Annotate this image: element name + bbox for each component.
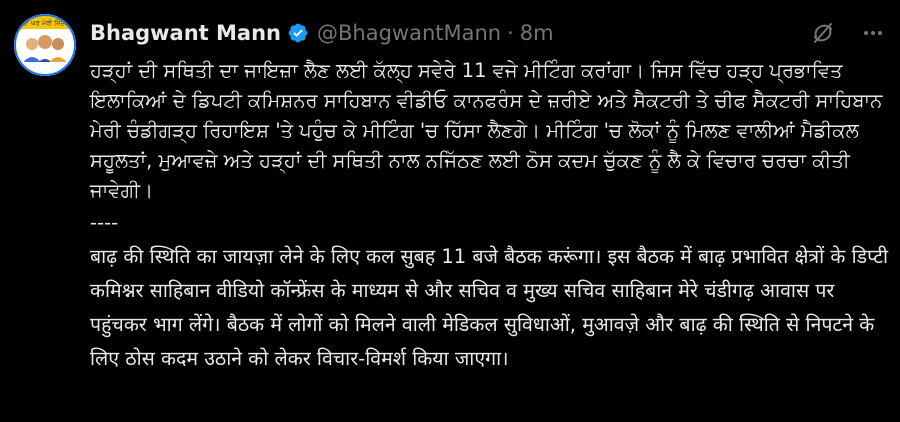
more-icon[interactable] [860, 20, 886, 46]
header-separator: · [507, 21, 514, 45]
tweet-text-punjabi: ਹੜ੍ਹਾਂ ਦੀ ਸਥਿਤੀ ਦਾ ਜਾਇਜ਼ਾ ਲੈਣ ਲਈ ਕੱਲ੍ਹ ਸ… [90, 59, 883, 202]
tweet: ਮੇਰਾ ਘਰ ਮੇਰੀ ਜ਼ਿੰਦਗੀ Bhagwant Mann @Bhag… [0, 0, 900, 422]
grok-icon[interactable] [810, 20, 836, 46]
timestamp[interactable]: 8m [520, 21, 554, 45]
avatar[interactable]: ਮੇਰਾ ਘਰ ਮੇਰੀ ਜ਼ਿੰਦਗੀ [14, 14, 76, 76]
tweet-text-hindi: बाढ़ की स्थिति का जायज़ा लेने के लिए कल … [90, 245, 889, 370]
verified-badge-icon[interactable] [287, 22, 309, 44]
text-separator: ---- [90, 211, 119, 234]
avatar-image: ਮੇਰਾ ਘਰ ਮੇਰੀ ਜ਼ਿੰਦਗੀ [14, 14, 76, 76]
tweet-text: ਹੜ੍ਹਾਂ ਦੀ ਸਥਿਤੀ ਦਾ ਜਾਇਜ਼ਾ ਲੈਣ ਲਈ ਕੱਲ੍ਹ ਸ… [90, 56, 890, 376]
tweet-actions [810, 20, 886, 46]
author-handle[interactable]: @BhagwantMann [317, 21, 501, 45]
author-name[interactable]: Bhagwant Mann [90, 21, 281, 45]
tweet-header: Bhagwant Mann @BhagwantMann · 8m [90, 18, 554, 48]
